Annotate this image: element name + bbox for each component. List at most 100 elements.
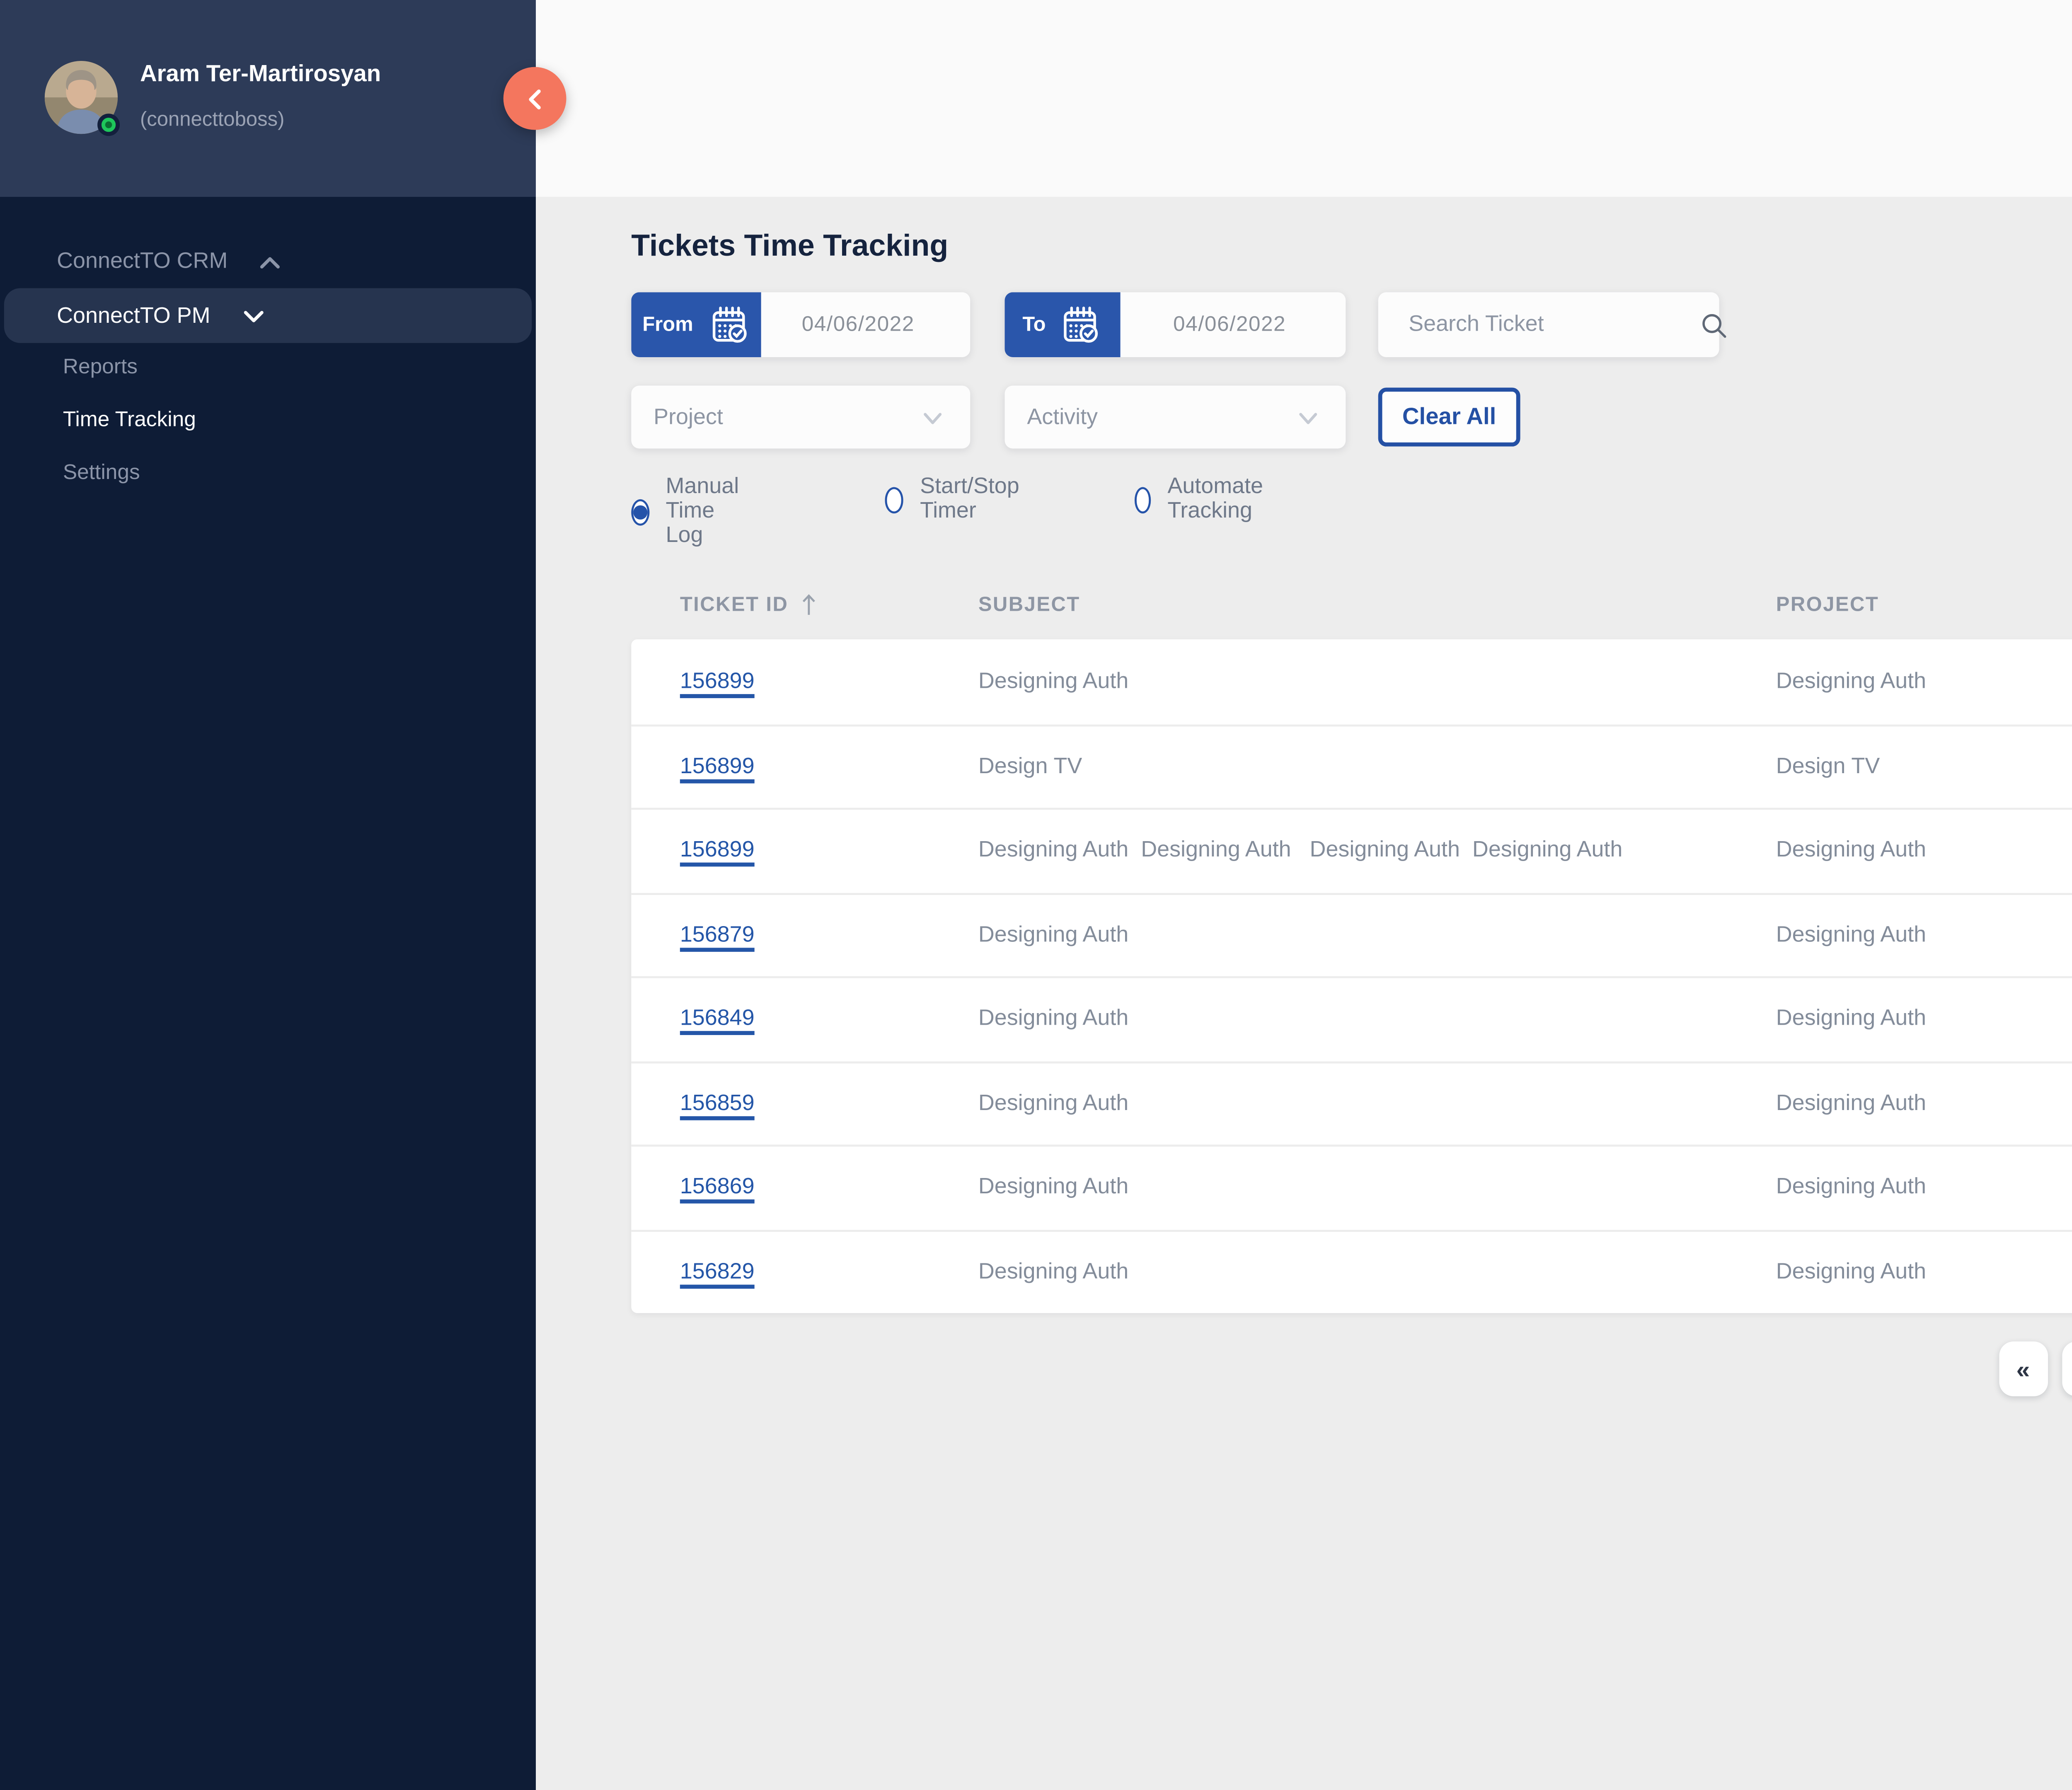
radio-manual-time-log[interactable]: Manual Time Log: [631, 475, 747, 548]
radio-unselected-icon: [1135, 486, 1151, 513]
table-header: TICKET ID SUBJECT PROJECT ACTIVITY TOTAL…: [631, 574, 2072, 635]
date-from-value[interactable]: 04/06/2022: [761, 292, 970, 357]
subject-cell: Designing Auth: [929, 1091, 1727, 1116]
ticket-link[interactable]: 156829: [680, 1260, 755, 1284]
column-header-subject: SUBJECT: [929, 594, 1727, 616]
column-header-activity: ACTIVITY: [2044, 594, 2072, 616]
date-to-label: To: [1022, 314, 1046, 336]
activity-cell: Designing Auth: [2044, 669, 2072, 694]
activity-dropdown-value: Activity: [1027, 405, 1098, 429]
pagination-prev-button[interactable]: ‹: [2061, 1342, 2072, 1396]
activity-cell: Designing Auth: [2044, 1260, 2072, 1284]
date-from-picker[interactable]: From 04/06/2022: [631, 292, 970, 357]
sidebar-item-label: ConnectTO CRM: [57, 249, 228, 274]
sidebar: Aram Ter-Martirosyan (connecttoboss) Con…: [0, 0, 536, 1790]
subject-cell: Design TV: [929, 755, 1727, 779]
clear-all-button[interactable]: Clear All: [1378, 388, 1520, 447]
user-name: Aram Ter-Martirosyan: [140, 63, 381, 87]
radio-unselected-icon: [885, 486, 904, 513]
project-cell: Designing Auth: [1727, 1007, 2044, 1032]
subject-cell: Designing Auth: [929, 669, 1727, 694]
radio-label: Automate Tracking: [1167, 475, 1273, 524]
project-cell: Designing Auth: [1727, 923, 2044, 947]
table-row: 156899 Designing Auth Designing Auth Des…: [631, 639, 2072, 723]
project-cell: Designing Auth: [1727, 839, 2044, 863]
sidebar-item-settings[interactable]: Settings: [0, 452, 536, 493]
project-cell: Designing Auth: [1727, 1176, 2044, 1200]
project-dropdown-value: Project: [654, 405, 723, 429]
radio-label: Manual Time Log: [666, 475, 747, 548]
sidebar-item-label: ConnectTO PM: [57, 303, 210, 328]
sidebar-item-connectto-crm[interactable]: ConnectTO CRM: [0, 235, 536, 288]
activity-dropdown[interactable]: Activity: [1005, 386, 1346, 449]
sidebar-item-connectto-pm[interactable]: ConnectTO PM: [4, 288, 532, 343]
user-handle: (connecttoboss): [140, 109, 285, 132]
ticket-link[interactable]: 156849: [680, 1007, 755, 1032]
pagination: « ‹ 1 2 3 ... 10 › »: [1999, 1342, 2072, 1396]
date-to-value[interactable]: 04/06/2022: [1121, 292, 1346, 357]
radio-start-stop-timer[interactable]: Start/Stop Timer: [885, 475, 1027, 524]
pagination-first-button[interactable]: «: [1999, 1342, 2047, 1396]
column-header-ticket-id[interactable]: TICKET ID: [631, 590, 929, 619]
radio-label: Start/Stop Timer: [920, 475, 1027, 524]
page-title: Tickets Time Tracking: [631, 229, 948, 264]
sidebar-collapse-button[interactable]: [503, 67, 566, 130]
sidebar-user-panel: Aram Ter-Martirosyan (connecttoboss): [0, 0, 536, 197]
table-row: 156879 Designing Auth Designing Auth Des…: [631, 892, 2072, 976]
ticket-link[interactable]: 156869: [680, 1176, 755, 1200]
project-cell: Designing Auth: [1727, 1091, 2044, 1116]
sidebar-item-label: Settings: [63, 461, 140, 485]
activity-cell: Designing Auth: [2044, 839, 2072, 863]
main-content: Tickets Time Tracking From: [536, 197, 2072, 1790]
table-row: 156829 Designing Auth Designing Auth Des…: [631, 1229, 2072, 1313]
radio-selected-icon: [631, 498, 649, 525]
ticket-link[interactable]: 156879: [680, 923, 755, 947]
subject-cell: Designing Auth: [929, 923, 1727, 947]
chevron-down-icon: [920, 405, 946, 429]
sidebar-item-reports[interactable]: Reports: [0, 347, 536, 388]
calendar-icon: [1060, 303, 1103, 346]
calendar-icon: [707, 303, 750, 346]
subject-cell: Designing Auth Designing Auth Designing …: [929, 839, 1727, 863]
search-ticket-box: [1378, 292, 1719, 357]
subject-cell: Designing Auth: [929, 1007, 1727, 1032]
sort-ascending-icon: [801, 590, 819, 619]
topbar: [536, 0, 2072, 197]
table-row: 156849 Designing Auth Designing Auth Des…: [631, 976, 2072, 1060]
online-status-dot: [97, 114, 120, 136]
ticket-link[interactable]: 156899: [680, 839, 755, 863]
activity-cell: Designing Auth: [2044, 1007, 2072, 1032]
project-dropdown[interactable]: Project: [631, 386, 970, 449]
tickets-table: 156899 Designing Auth Designing Auth Des…: [631, 639, 2072, 1313]
ticket-link[interactable]: 156859: [680, 1091, 755, 1116]
subject-cell: Designing Auth: [929, 1176, 1727, 1200]
table-row: 156859 Designing Auth Designing Auth Des…: [631, 1060, 2072, 1144]
chevron-down-icon: [239, 302, 267, 329]
table-row: 156899 Designing Auth Designing Auth Des…: [631, 808, 2072, 892]
sidebar-item-label: Reports: [63, 355, 138, 380]
project-cell: Designing Auth: [1727, 669, 2044, 694]
activity-cell: Designing Auth: [2044, 1176, 2072, 1200]
date-from-label-segment[interactable]: From: [631, 292, 761, 357]
chevron-down-icon: [1295, 405, 1322, 429]
radio-automate-tracking[interactable]: Automate Tracking: [1135, 475, 1273, 524]
date-to-label-segment[interactable]: To: [1005, 292, 1120, 357]
date-to-picker[interactable]: To 04/06/2022: [1005, 292, 1346, 357]
project-cell: Design TV: [1727, 755, 2044, 779]
project-cell: Designing Auth: [1727, 1260, 2044, 1284]
date-from-label: From: [642, 314, 693, 336]
chevron-up-icon: [256, 249, 285, 275]
search-icon[interactable]: [1697, 307, 1731, 342]
table-row: 156869 Designing Auth Designing Auth Des…: [631, 1144, 2072, 1229]
activity-cell: Design TV: [2044, 755, 2072, 779]
ticket-link[interactable]: 156899: [680, 755, 755, 779]
column-header-project: PROJECT: [1727, 594, 2044, 616]
app-window: Aram Ter-Martirosyan (connecttoboss) Con…: [0, 0, 2072, 1790]
sidebar-item-label: Time Tracking: [63, 408, 196, 432]
chevron-left-icon: [518, 82, 551, 114]
sidebar-item-time-tracking[interactable]: Time Tracking: [0, 400, 536, 440]
activity-cell: Designing Auth: [2044, 1091, 2072, 1116]
ticket-link[interactable]: 156899: [680, 669, 755, 694]
search-input[interactable]: [1378, 312, 1697, 337]
activity-cell: Designing Auth: [2044, 923, 2072, 947]
